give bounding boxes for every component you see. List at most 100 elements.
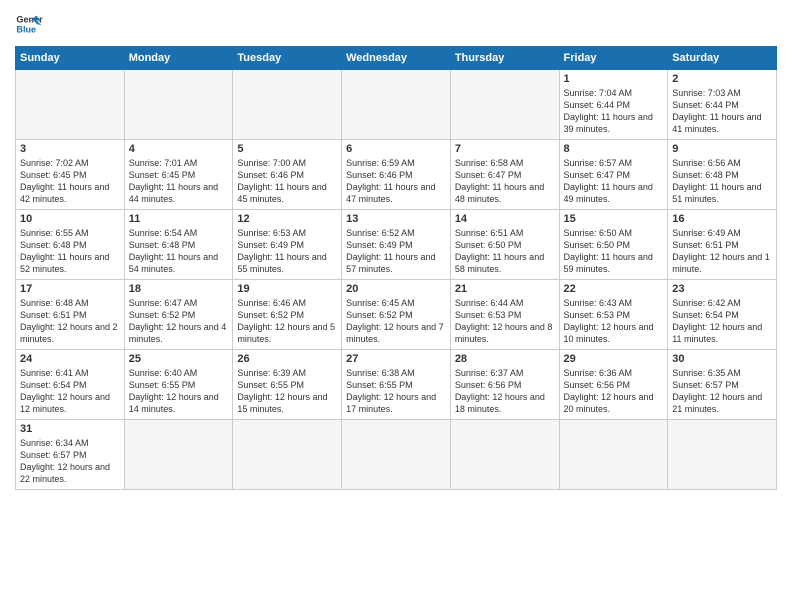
- calendar-week-row: 17 Sunrise: 6:48 AM Sunset: 6:51 PM Dayli…: [16, 280, 777, 350]
- day-info: Sunrise: 6:58 AM Sunset: 6:47 PM Dayligh…: [455, 157, 555, 206]
- svg-text:Blue: Blue: [16, 24, 36, 34]
- calendar-cell: 27 Sunrise: 6:38 AM Sunset: 6:55 PM Dayli…: [342, 350, 451, 420]
- calendar-cell: 4Sunrise: 7:01 AM Sunset: 6:45 PM Daylig…: [124, 140, 233, 210]
- calendar-cell: 11 Sunrise: 6:54 AM Sunset: 6:48 PM Dayli…: [124, 210, 233, 280]
- day-info: Sunrise: 6:49 AM Sunset: 6:51 PM Dayligh…: [672, 227, 772, 276]
- day-info: Sunrise: 6:40 AM Sunset: 6:55 PM Dayligh…: [129, 367, 229, 416]
- calendar-week-row: 3 Sunrise: 7:02 AM Sunset: 6:45 PM Daylig…: [16, 140, 777, 210]
- day-info: Sunrise: 6:52 AM Sunset: 6:49 PM Dayligh…: [346, 227, 446, 276]
- weekday-header: Saturday: [668, 47, 777, 70]
- day-number: 22: [564, 283, 664, 295]
- day-number: 9: [672, 143, 772, 155]
- day-number: 20: [346, 283, 446, 295]
- weekday-header: Friday: [559, 47, 668, 70]
- day-info: Sunrise: 7:04 AM Sunset: 6:44 PM Dayligh…: [564, 87, 664, 136]
- calendar-week-row: 1Sunrise: 7:04 AM Sunset: 6:44 PM Daylig…: [16, 70, 777, 140]
- day-number: 15: [564, 213, 664, 225]
- calendar-cell: 3 Sunrise: 7:02 AM Sunset: 6:45 PM Daylig…: [16, 140, 125, 210]
- day-number: 3: [20, 143, 120, 155]
- day-number: 14: [455, 213, 555, 225]
- calendar-cell: 7 Sunrise: 6:58 AM Sunset: 6:47 PM Daylig…: [450, 140, 559, 210]
- calendar-cell: 1Sunrise: 7:04 AM Sunset: 6:44 PM Daylig…: [559, 70, 668, 140]
- day-info: Sunrise: 6:51 AM Sunset: 6:50 PM Dayligh…: [455, 227, 555, 276]
- weekday-header: Thursday: [450, 47, 559, 70]
- logo: General Blue: [15, 10, 47, 38]
- calendar-cell: 15Sunrise: 6:50 AM Sunset: 6:50 PM Dayli…: [559, 210, 668, 280]
- calendar-cell: [450, 420, 559, 490]
- day-info: Sunrise: 7:00 AM Sunset: 6:46 PM Dayligh…: [237, 157, 337, 206]
- day-info: Sunrise: 6:54 AM Sunset: 6:48 PM Dayligh…: [129, 227, 229, 276]
- day-info: Sunrise: 7:01 AM Sunset: 6:45 PM Dayligh…: [129, 157, 229, 206]
- day-number: 13: [346, 213, 446, 225]
- day-info: Sunrise: 6:46 AM Sunset: 6:52 PM Dayligh…: [237, 297, 337, 346]
- weekday-header: Sunday: [16, 47, 125, 70]
- day-info: Sunrise: 6:38 AM Sunset: 6:55 PM Dayligh…: [346, 367, 446, 416]
- calendar-cell: [233, 420, 342, 490]
- day-info: Sunrise: 6:53 AM Sunset: 6:49 PM Dayligh…: [237, 227, 337, 276]
- day-number: 31: [20, 423, 120, 435]
- calendar-cell: 24Sunrise: 6:41 AM Sunset: 6:54 PM Dayli…: [16, 350, 125, 420]
- calendar-week-row: 31 Sunrise: 6:34 AM Sunset: 6:57 PM Dayli…: [16, 420, 777, 490]
- calendar-cell: 26Sunrise: 6:39 AM Sunset: 6:55 PM Dayli…: [233, 350, 342, 420]
- day-info: Sunrise: 6:56 AM Sunset: 6:48 PM Dayligh…: [672, 157, 772, 206]
- calendar-cell: [342, 420, 451, 490]
- day-info: Sunrise: 6:57 AM Sunset: 6:47 PM Dayligh…: [564, 157, 664, 206]
- calendar-cell: 14 Sunrise: 6:51 AM Sunset: 6:50 PM Dayli…: [450, 210, 559, 280]
- calendar-cell: [16, 70, 125, 140]
- day-number: 5: [237, 143, 337, 155]
- day-number: 12: [237, 213, 337, 225]
- day-number: 17: [20, 283, 120, 295]
- calendar-cell: 8 Sunrise: 6:57 AM Sunset: 6:47 PM Daylig…: [559, 140, 668, 210]
- day-info: Sunrise: 7:02 AM Sunset: 6:45 PM Dayligh…: [20, 157, 120, 206]
- calendar-cell: [559, 420, 668, 490]
- calendar-cell: 28 Sunrise: 6:37 AM Sunset: 6:56 PM Dayli…: [450, 350, 559, 420]
- day-info: Sunrise: 6:39 AM Sunset: 6:55 PM Dayligh…: [237, 367, 337, 416]
- weekday-header: Monday: [124, 47, 233, 70]
- day-number: 8: [564, 143, 664, 155]
- day-number: 28: [455, 353, 555, 365]
- weekday-row: SundayMondayTuesdayWednesdayThursdayFrid…: [16, 47, 777, 70]
- calendar-cell: 9 Sunrise: 6:56 AM Sunset: 6:48 PM Daylig…: [668, 140, 777, 210]
- calendar-cell: 22 Sunrise: 6:43 AM Sunset: 6:53 PM Dayli…: [559, 280, 668, 350]
- calendar-cell: 16Sunrise: 6:49 AM Sunset: 6:51 PM Dayli…: [668, 210, 777, 280]
- day-number: 18: [129, 283, 229, 295]
- day-info: Sunrise: 6:37 AM Sunset: 6:56 PM Dayligh…: [455, 367, 555, 416]
- day-number: 30: [672, 353, 772, 365]
- calendar-cell: 12 Sunrise: 6:53 AM Sunset: 6:49 PM Dayli…: [233, 210, 342, 280]
- calendar-week-row: 24Sunrise: 6:41 AM Sunset: 6:54 PM Dayli…: [16, 350, 777, 420]
- calendar-cell: [450, 70, 559, 140]
- day-number: 2: [672, 73, 772, 85]
- day-number: 21: [455, 283, 555, 295]
- day-info: Sunrise: 6:43 AM Sunset: 6:53 PM Dayligh…: [564, 297, 664, 346]
- day-info: Sunrise: 6:44 AM Sunset: 6:53 PM Dayligh…: [455, 297, 555, 346]
- calendar-cell: 20Sunrise: 6:45 AM Sunset: 6:52 PM Dayli…: [342, 280, 451, 350]
- day-info: Sunrise: 6:34 AM Sunset: 6:57 PM Dayligh…: [20, 437, 120, 486]
- weekday-header: Wednesday: [342, 47, 451, 70]
- day-info: Sunrise: 6:59 AM Sunset: 6:46 PM Dayligh…: [346, 157, 446, 206]
- calendar-cell: 21 Sunrise: 6:44 AM Sunset: 6:53 PM Dayli…: [450, 280, 559, 350]
- calendar-cell: [124, 420, 233, 490]
- day-number: 19: [237, 283, 337, 295]
- day-info: Sunrise: 6:55 AM Sunset: 6:48 PM Dayligh…: [20, 227, 120, 276]
- calendar-cell: 10Sunrise: 6:55 AM Sunset: 6:48 PM Dayli…: [16, 210, 125, 280]
- day-info: Sunrise: 6:48 AM Sunset: 6:51 PM Dayligh…: [20, 297, 120, 346]
- day-number: 6: [346, 143, 446, 155]
- calendar-cell: 30Sunrise: 6:35 AM Sunset: 6:57 PM Dayli…: [668, 350, 777, 420]
- day-number: 11: [129, 213, 229, 225]
- calendar-cell: [342, 70, 451, 140]
- day-info: Sunrise: 7:03 AM Sunset: 6:44 PM Dayligh…: [672, 87, 772, 136]
- day-number: 7: [455, 143, 555, 155]
- weekday-header: Tuesday: [233, 47, 342, 70]
- day-number: 27: [346, 353, 446, 365]
- calendar-table: SundayMondayTuesdayWednesdayThursdayFrid…: [15, 46, 777, 490]
- calendar-body: 1Sunrise: 7:04 AM Sunset: 6:44 PM Daylig…: [16, 70, 777, 490]
- calendar-cell: 2 Sunrise: 7:03 AM Sunset: 6:44 PM Daylig…: [668, 70, 777, 140]
- header: General Blue: [15, 10, 777, 38]
- calendar-cell: 31 Sunrise: 6:34 AM Sunset: 6:57 PM Dayli…: [16, 420, 125, 490]
- calendar-week-row: 10Sunrise: 6:55 AM Sunset: 6:48 PM Dayli…: [16, 210, 777, 280]
- calendar-cell: [124, 70, 233, 140]
- calendar-cell: [668, 420, 777, 490]
- calendar-cell: 29Sunrise: 6:36 AM Sunset: 6:56 PM Dayli…: [559, 350, 668, 420]
- calendar-cell: 5 Sunrise: 7:00 AM Sunset: 6:46 PM Daylig…: [233, 140, 342, 210]
- calendar-cell: 6 Sunrise: 6:59 AM Sunset: 6:46 PM Daylig…: [342, 140, 451, 210]
